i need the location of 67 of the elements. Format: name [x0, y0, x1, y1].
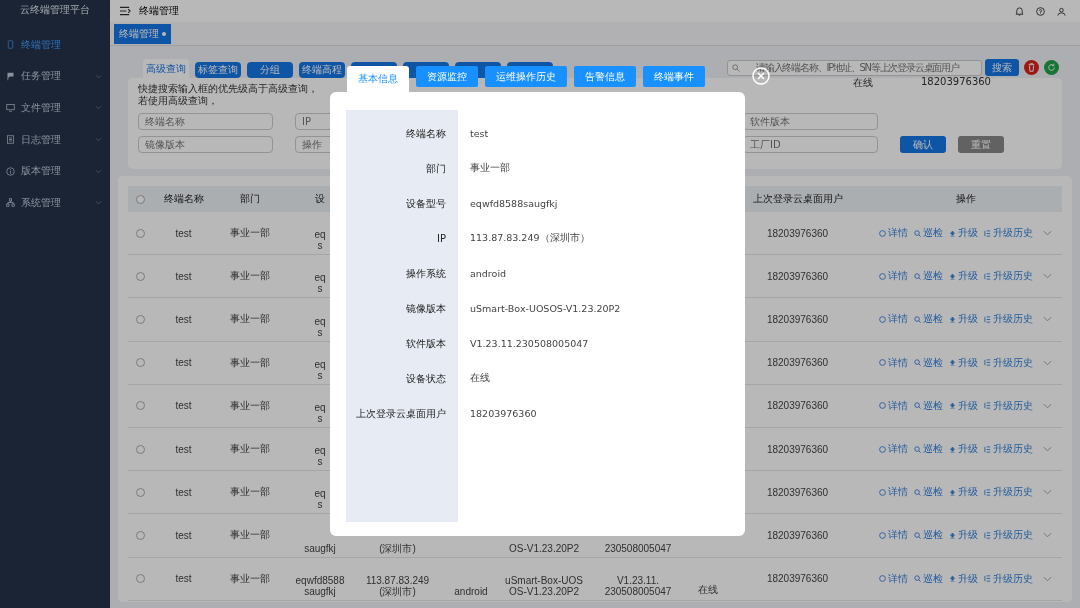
field-value: test — [469, 128, 489, 139]
field-label: 部门 — [425, 161, 447, 176]
table-cell: 事业一部 — [230, 528, 270, 543]
field-value: android — [469, 268, 507, 279]
table-cell: test — [175, 529, 192, 541]
table-cell: 113.87.83.249 (深圳市) — [365, 574, 430, 597]
table-cell: 事业一部 — [230, 269, 270, 284]
table-cell: eq s — [314, 401, 326, 424]
table-cell: OS-V1.23.20P2 — [508, 542, 579, 554]
table-cell: 事业一部 — [230, 398, 270, 413]
table-cell: test — [175, 486, 192, 498]
field-label: IP — [436, 233, 447, 244]
status-text: 在线 — [853, 76, 873, 90]
table-cell: 事业一部 — [230, 355, 270, 370]
table-cell: 事业一部 — [230, 226, 270, 241]
field-value: eqwfd8588saugfkj — [469, 198, 558, 209]
field-label: 上次登录云桌面用户 — [355, 406, 447, 421]
field-value: 事业一部 — [469, 162, 510, 175]
field-label: 软件版本 — [405, 336, 447, 351]
field-value: uSmart-Box-UOSOS-V1.23.20P2 — [469, 303, 621, 314]
field-value: 113.87.83.249（深圳市） — [469, 232, 590, 245]
table-cell: test — [175, 270, 192, 282]
table-cell: test — [175, 573, 192, 585]
field-label: 操作系统 — [405, 266, 447, 281]
field-label: 镜像版本 — [405, 301, 447, 316]
table-cell: eq s — [314, 315, 326, 338]
table-cell: 事业一部 — [230, 442, 270, 457]
table-cell: uSmart-Box-UOS OS-V1.23.20P2 — [505, 574, 583, 597]
table-cell: 事业一部 — [230, 312, 270, 327]
table-cell: 230508005047 — [604, 542, 672, 554]
table-cell: (深圳市) — [379, 542, 416, 554]
table-cell: test — [175, 227, 192, 239]
field-value: V1.23.11.230508005047 — [469, 338, 589, 349]
page-title: 终端管理 — [139, 4, 179, 18]
field-value: 18203976360 — [469, 408, 537, 419]
table-cell: 事业一部 — [230, 571, 270, 586]
field-value: 在线 — [469, 372, 490, 385]
user-text: 18203976360 — [921, 76, 991, 89]
field-label: 终端名称 — [405, 126, 447, 141]
table-cell: test — [175, 400, 192, 412]
table-cell: 在线 — [697, 582, 718, 597]
table-cell: eq s — [314, 229, 326, 252]
table-cell: eq s — [314, 445, 326, 468]
table-cell: test — [175, 443, 192, 455]
table-cell: eqwfd8588 saugfkj — [295, 574, 345, 597]
table-cell: android — [454, 585, 488, 597]
table-cell: 18203976360 — [766, 443, 829, 455]
table-cell: saugfkj — [304, 542, 336, 554]
table-cell: 18203976360 — [766, 400, 829, 412]
app-title: 云终端管理平台 — [19, 3, 91, 17]
table-cell: eq s — [314, 358, 326, 381]
table-cell: 18203976360 — [766, 313, 829, 325]
table-cell: 18203976360 — [766, 270, 829, 282]
table-cell: eq s — [314, 272, 326, 295]
table-cell: 18203976360 — [766, 357, 829, 369]
table-cell: 18203976360 — [766, 227, 829, 239]
table-cell: eq s — [314, 488, 326, 511]
table-cell: 18203976360 — [766, 529, 829, 541]
filter-hint: 快捷搜索输入框的优先级高于高级查询，若使用高级查询， — [138, 83, 319, 107]
table-cell: 事业一部 — [230, 485, 270, 500]
field-label: 设备状态 — [405, 371, 447, 386]
table-cell: 18203976360 — [766, 573, 829, 585]
table-cell: V1.23.11. 230508005047 — [604, 574, 672, 597]
table-cell: 18203976360 — [766, 486, 829, 498]
field-label: 设备型号 — [405, 196, 447, 211]
table-cell: test — [175, 313, 192, 325]
table-cell: test — [175, 357, 192, 369]
